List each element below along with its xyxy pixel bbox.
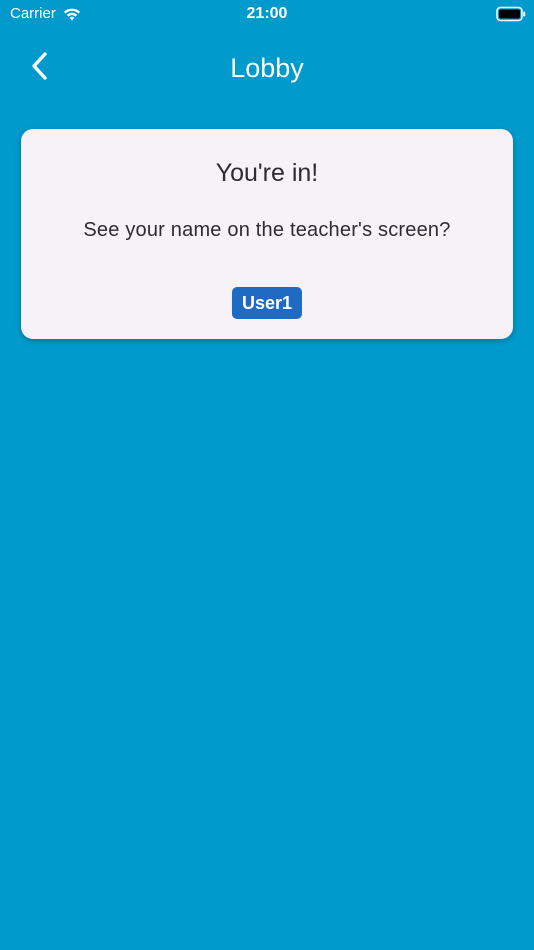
app-bar: Lobby	[0, 30, 534, 106]
user-name-chip[interactable]: User1	[231, 287, 303, 319]
battery-icon	[496, 6, 526, 22]
status-bar: Carrier 21:00	[0, 0, 534, 30]
lobby-card: You're in! See your name on the teacher'…	[21, 129, 513, 339]
status-time: 21:00	[246, 5, 288, 22]
card-subtitle: See your name on the teacher's screen?	[83, 219, 451, 241]
page-title: Lobby	[230, 53, 304, 83]
card-heading: You're in!	[215, 159, 319, 187]
